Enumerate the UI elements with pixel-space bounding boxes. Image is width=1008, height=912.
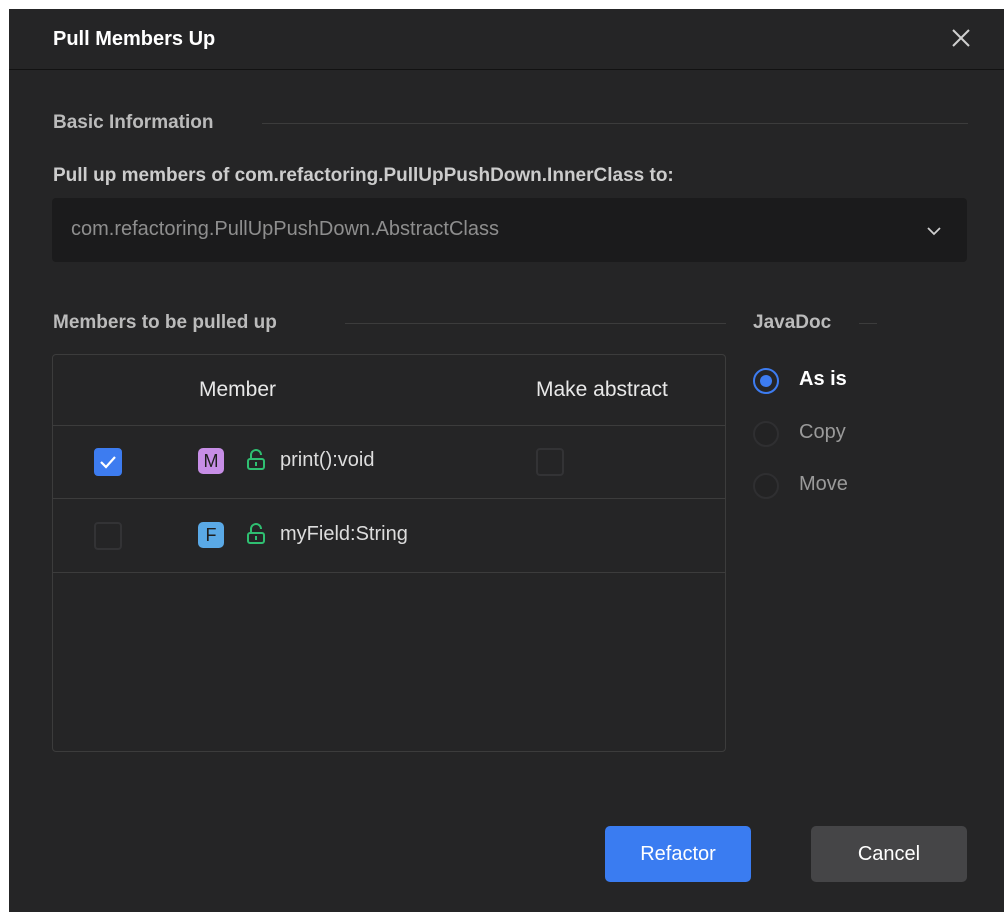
- table-row[interactable]: F myField:String: [53, 499, 725, 573]
- refactor-button[interactable]: Refactor: [605, 826, 751, 882]
- member-name: myField:String: [280, 523, 408, 545]
- members-table: Member Make abstract M print():void F my…: [52, 354, 726, 752]
- title-bar: Pull Members Up: [9, 9, 1004, 70]
- radio-label: As is: [799, 368, 847, 390]
- member-name: print():void: [280, 449, 375, 471]
- column-header-make-abstract[interactable]: Make abstract: [536, 378, 668, 402]
- basic-info-legend: Basic Information: [53, 112, 213, 134]
- unlock-icon: [247, 449, 265, 470]
- field-badge-icon: F: [198, 522, 224, 548]
- radio-label: Move: [799, 473, 848, 495]
- javadoc-legend: JavaDoc: [753, 312, 831, 334]
- members-legend-text: Members to be pulled up: [53, 312, 277, 333]
- target-class-label: Pull up members of com.refactoring.PullU…: [53, 165, 674, 186]
- members-divider: [345, 323, 726, 324]
- basic-info-divider: [262, 123, 968, 124]
- chevron-down-icon: [927, 227, 941, 236]
- cancel-button[interactable]: Cancel: [811, 826, 967, 882]
- close-icon[interactable]: [948, 25, 974, 51]
- table-row[interactable]: M print():void: [53, 425, 725, 499]
- radio-selected-icon[interactable]: [753, 368, 779, 394]
- javadoc-divider: [859, 323, 877, 324]
- dialog-title: Pull Members Up: [53, 28, 216, 50]
- unlock-icon: [247, 523, 265, 544]
- radio-unselected-icon[interactable]: [753, 473, 779, 499]
- checkmark-icon: [100, 456, 116, 469]
- pull-members-up-dialog: Pull Members Up Basic Information Pull u…: [9, 9, 1004, 912]
- target-class-value: com.refactoring.PullUpPushDown.AbstractC…: [71, 218, 499, 240]
- select-member-checkbox[interactable]: [94, 522, 122, 550]
- table-header: Member Make abstract: [53, 355, 725, 426]
- target-class-combo[interactable]: com.refactoring.PullUpPushDown.AbstractC…: [52, 198, 967, 262]
- javadoc-legend-text: JavaDoc: [753, 312, 832, 333]
- radio-label: Copy: [799, 421, 846, 443]
- select-member-checkbox[interactable]: [94, 448, 122, 476]
- method-badge-icon: M: [198, 448, 224, 474]
- radio-unselected-icon[interactable]: [753, 421, 779, 447]
- members-legend: Members to be pulled up: [53, 312, 277, 334]
- column-header-member[interactable]: Member: [199, 378, 276, 402]
- basic-info-legend-text: Basic Information: [53, 112, 214, 133]
- make-abstract-checkbox[interactable]: [536, 448, 564, 476]
